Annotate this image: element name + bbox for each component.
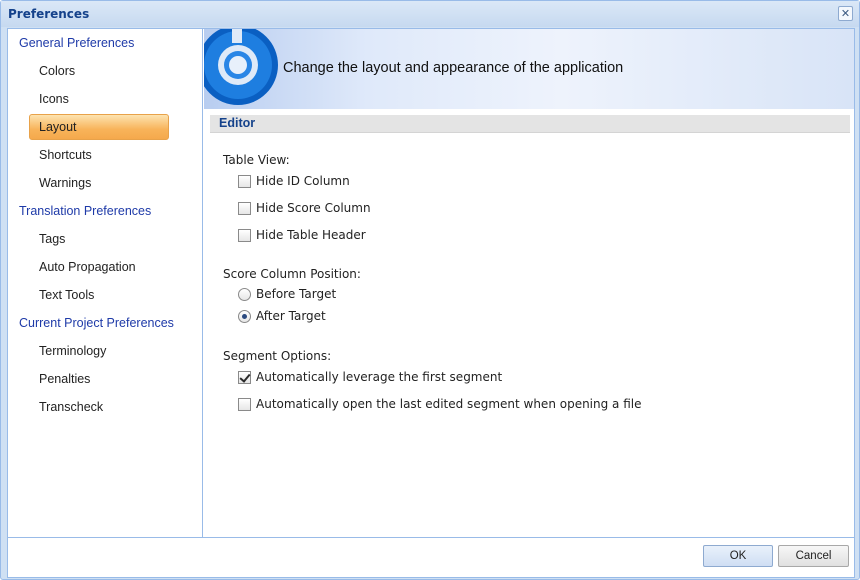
- checkbox-box[interactable]: [238, 201, 251, 215]
- close-button[interactable]: ✕: [838, 6, 853, 21]
- sidebar-item-colors[interactable]: Colors: [39, 64, 75, 78]
- sidebar-item-transcheck[interactable]: Transcheck: [39, 400, 103, 414]
- sidebar-item-tags[interactable]: Tags: [39, 232, 65, 246]
- checkbox-label: Automatically open the last edited segme…: [256, 397, 642, 411]
- section-title: Editor: [219, 116, 256, 130]
- sidebar-item-text-tools[interactable]: Text Tools: [39, 288, 94, 302]
- radio-button[interactable]: [238, 309, 251, 323]
- ok-button[interactable]: OK: [703, 545, 773, 567]
- hide-id-column-checkbox[interactable]: Hide ID Column: [238, 173, 350, 189]
- score-position-label: Score Column Position:: [223, 267, 361, 281]
- checkbox-box[interactable]: [238, 370, 251, 384]
- sidebar-item-label: Layout: [39, 120, 77, 134]
- radio-button[interactable]: [238, 287, 251, 301]
- app-logo-icon: [204, 29, 278, 105]
- checkbox-label: Hide Score Column: [256, 201, 371, 215]
- after-target-radio[interactable]: After Target: [238, 308, 326, 324]
- checkbox-box[interactable]: [238, 397, 251, 411]
- hide-score-column-checkbox[interactable]: Hide Score Column: [238, 200, 371, 216]
- header-banner: Change the layout and appearance of the …: [204, 29, 854, 109]
- hide-table-header-checkbox[interactable]: Hide Table Header: [238, 227, 366, 243]
- sidebar-item-layout[interactable]: Layout: [29, 114, 169, 140]
- checkbox-label: Automatically leverage the first segment: [256, 370, 503, 384]
- table-view-label: Table View:: [223, 153, 290, 167]
- section-header: Editor: [210, 115, 850, 133]
- content-panel: Change the layout and appearance of the …: [204, 29, 854, 537]
- sidebar-item-terminology[interactable]: Terminology: [39, 344, 106, 358]
- sidebar-group-general[interactable]: General Preferences: [19, 36, 134, 50]
- sidebar-item-shortcuts[interactable]: Shortcuts: [39, 148, 92, 162]
- segment-options-label: Segment Options:: [223, 349, 332, 363]
- sidebar-item-penalties[interactable]: Penalties: [39, 372, 90, 386]
- sidebar-group-translation[interactable]: Translation Preferences: [19, 204, 151, 218]
- radio-label: Before Target: [256, 287, 337, 301]
- title-bar[interactable]: Preferences ✕: [1, 1, 859, 27]
- checkbox-box[interactable]: [238, 174, 251, 188]
- checkbox-label: Hide Table Header: [256, 228, 366, 242]
- banner-description: Change the layout and appearance of the …: [283, 60, 624, 76]
- radio-label: After Target: [256, 309, 326, 323]
- checkbox-box[interactable]: [238, 228, 251, 242]
- cancel-button[interactable]: Cancel: [778, 545, 849, 567]
- sidebar: General Preferences Colors Icons Layout …: [8, 29, 203, 537]
- sidebar-item-warnings[interactable]: Warnings: [39, 176, 91, 190]
- leverage-first-segment-checkbox[interactable]: Automatically leverage the first segment: [238, 369, 502, 385]
- close-icon: ✕: [840, 7, 851, 20]
- sidebar-item-icons[interactable]: Icons: [39, 92, 69, 106]
- dialog-footer: OK Cancel: [7, 538, 855, 578]
- before-target-radio[interactable]: Before Target: [238, 286, 336, 302]
- checkbox-label: Hide ID Column: [256, 174, 350, 188]
- sidebar-group-current-project[interactable]: Current Project Preferences: [19, 316, 174, 330]
- open-last-edited-segment-checkbox[interactable]: Automatically open the last edited segme…: [238, 396, 642, 412]
- sidebar-item-auto-propagation[interactable]: Auto Propagation: [39, 260, 136, 274]
- dialog-title: Preferences: [8, 7, 90, 21]
- preferences-dialog: Preferences ✕ General Preferences Colors…: [0, 0, 860, 580]
- dialog-body: General Preferences Colors Icons Layout …: [7, 28, 855, 538]
